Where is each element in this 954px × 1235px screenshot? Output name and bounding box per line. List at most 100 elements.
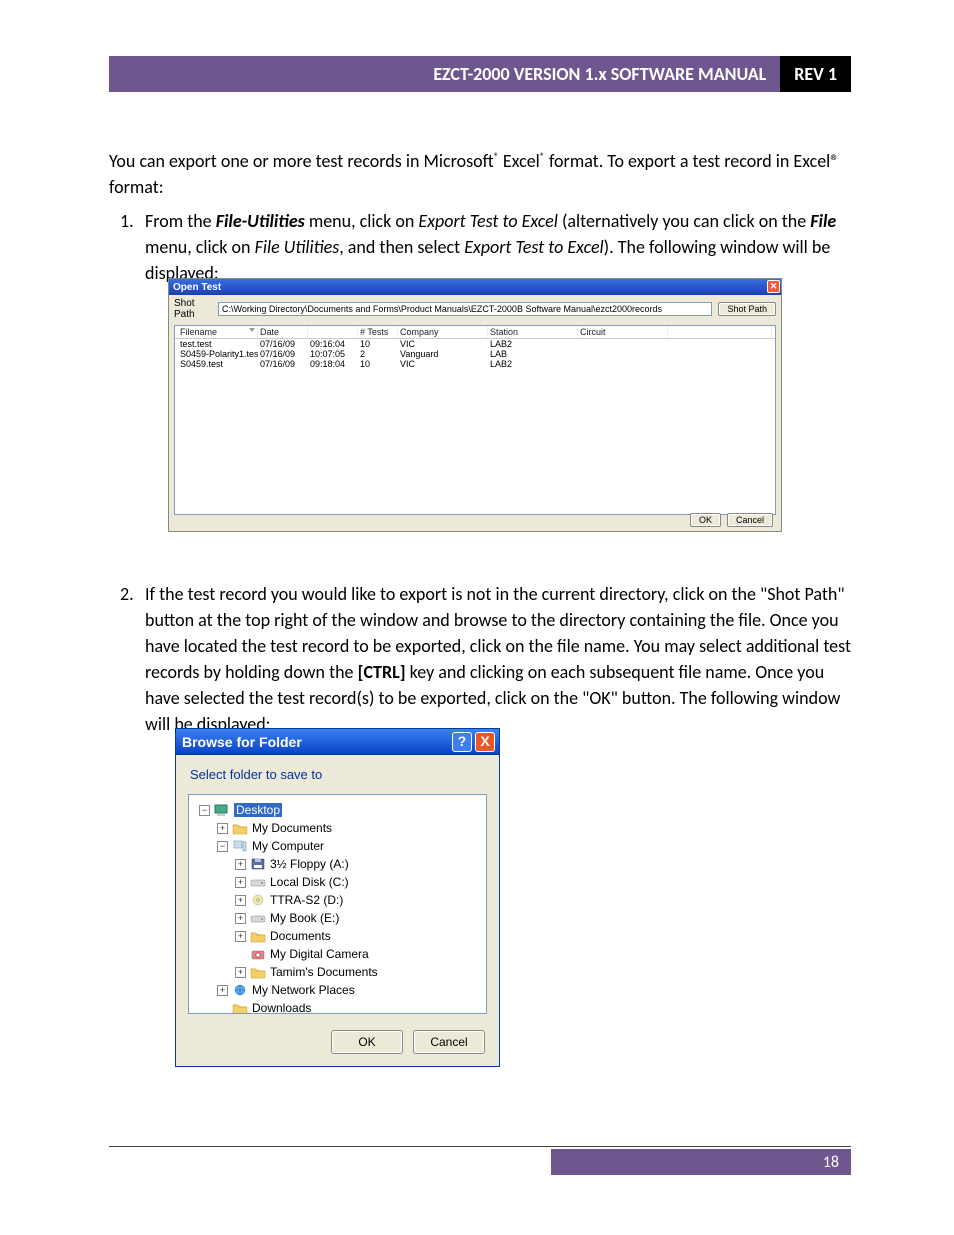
- expand-icon[interactable]: +: [217, 985, 228, 996]
- tree-node[interactable]: + My Documents: [193, 819, 482, 837]
- col-company[interactable]: Company: [398, 326, 488, 338]
- open-test-titlebar[interactable]: Open Test ✕: [169, 279, 781, 295]
- table-row[interactable]: S0459-Polarity1.test07/16/0910:07:052Van…: [175, 349, 775, 359]
- cell: LAB: [488, 349, 578, 359]
- col-filename[interactable]: Filename: [178, 326, 258, 338]
- close-icon[interactable]: ✕: [767, 280, 780, 293]
- cell: [668, 349, 772, 359]
- col-station[interactable]: Station: [488, 326, 578, 338]
- cell: 10: [358, 359, 398, 369]
- close-icon[interactable]: X: [475, 732, 495, 752]
- col-date[interactable]: Date: [258, 326, 308, 338]
- step-1-number: 1.: [120, 208, 134, 234]
- drive-icon: [250, 875, 266, 889]
- col-circuit[interactable]: Circuit: [578, 326, 668, 338]
- cell: LAB2: [488, 339, 578, 349]
- cell: 10:07:05: [308, 349, 358, 359]
- folder-tree[interactable]: − Desktop + My Documents − My Computer +3½ Flo…: [188, 794, 487, 1014]
- drive-icon: [250, 911, 266, 925]
- footer-divider: [109, 1146, 851, 1147]
- expand-icon[interactable]: +: [217, 823, 228, 834]
- tree-node[interactable]: + Tamim's Documents: [193, 963, 482, 981]
- tree-node[interactable]: + Local Disk (C:): [193, 873, 482, 891]
- browse-titlebar[interactable]: Browse for Folder ? X: [176, 729, 499, 755]
- intro-paragraph: You can export one or more test records …: [109, 148, 851, 200]
- step-1: 1. From the File-Utilities menu, click o…: [145, 208, 851, 286]
- tree-label: My Book (E:): [270, 911, 339, 925]
- tree-label: Local Disk (C:): [270, 875, 349, 889]
- folder-icon: [250, 965, 266, 979]
- tree-node[interactable]: + My Book (E:): [193, 909, 482, 927]
- collapse-icon[interactable]: −: [199, 805, 210, 816]
- doc-rev: REV 1: [780, 56, 851, 92]
- expand-icon[interactable]: +: [235, 859, 246, 870]
- cell: Vanguard: [398, 349, 488, 359]
- expand-icon[interactable]: +: [235, 931, 246, 942]
- table-row[interactable]: S0459.test07/16/0909:18:0410VICLAB2: [175, 359, 775, 369]
- tree-node[interactable]: + TTRA-S2 (D:): [193, 891, 482, 909]
- col-time[interactable]: [308, 326, 358, 338]
- tree-label: My Network Places: [252, 983, 355, 997]
- tree-label: My Documents: [252, 821, 332, 835]
- browse-folder-dialog: Browse for Folder ? X Select folder to s…: [175, 728, 500, 1067]
- tree-label: My Digital Camera: [270, 947, 369, 961]
- cancel-button[interactable]: Cancel: [413, 1030, 485, 1054]
- folder-icon: [232, 1001, 248, 1014]
- tree-label: Desktop: [234, 803, 282, 817]
- tree-label: Downloads: [252, 1001, 311, 1014]
- cell: [668, 359, 772, 369]
- cd-icon: [250, 893, 266, 907]
- cell: LAB2: [488, 359, 578, 369]
- folder-icon: [250, 929, 266, 943]
- cell: test.test: [178, 339, 258, 349]
- cell: 10: [358, 339, 398, 349]
- tree-label: 3½ Floppy (A:): [270, 857, 349, 871]
- doc-title: EZCT-2000 VERSION 1.x SOFTWARE MANUAL: [109, 56, 780, 92]
- ok-button[interactable]: OK: [331, 1030, 403, 1054]
- page-number: 18: [823, 1153, 839, 1172]
- browse-prompt: Select folder to save to: [176, 755, 499, 788]
- page-footer: 18: [551, 1149, 851, 1175]
- shot-path-label: Shot Path: [174, 298, 212, 320]
- col-blank: [668, 326, 772, 338]
- col-tests[interactable]: # Tests: [358, 326, 398, 338]
- expand-icon[interactable]: +: [235, 877, 246, 888]
- tree-node[interactable]: + Documents: [193, 927, 482, 945]
- floppy-icon: [250, 857, 266, 871]
- tree-label: My Computer: [252, 839, 324, 853]
- tree-node[interactable]: +3½ Floppy (A:): [193, 855, 482, 873]
- cell: VIC: [398, 359, 488, 369]
- cell: 09:18:04: [308, 359, 358, 369]
- tree-node[interactable]: Downloads: [193, 999, 482, 1014]
- ok-button[interactable]: OK: [690, 513, 721, 527]
- open-test-title: Open Test: [173, 282, 221, 293]
- tree-label: Documents: [270, 929, 331, 943]
- browse-title: Browse for Folder: [182, 734, 302, 750]
- cancel-button[interactable]: Cancel: [727, 513, 773, 527]
- grid-header[interactable]: Filename Date # Tests Company Station Ci…: [175, 326, 775, 339]
- tree-node[interactable]: − My Computer: [193, 837, 482, 855]
- tree-node[interactable]: − Desktop: [193, 801, 482, 819]
- tree-label: Tamim's Documents: [270, 965, 378, 979]
- cell: [668, 339, 772, 349]
- doc-header: EZCT-2000 VERSION 1.x SOFTWARE MANUAL RE…: [109, 56, 851, 92]
- table-row[interactable]: test.test07/16/0909:16:0410VICLAB2: [175, 339, 775, 349]
- expand-icon[interactable]: +: [235, 895, 246, 906]
- shot-path-button[interactable]: Shot Path: [718, 302, 776, 316]
- pc-icon: [232, 839, 248, 853]
- records-grid[interactable]: Filename Date # Tests Company Station Ci…: [174, 325, 776, 515]
- help-icon[interactable]: ?: [452, 732, 472, 752]
- tree-node[interactable]: My Digital Camera: [193, 945, 482, 963]
- cam-icon: [250, 947, 266, 961]
- tree-label: TTRA-S2 (D:): [270, 893, 343, 907]
- shot-path-field[interactable]: C:\Working Directory\Documents and Forms…: [218, 302, 712, 316]
- tree-node[interactable]: + My Network Places: [193, 981, 482, 999]
- expand-icon[interactable]: +: [235, 967, 246, 978]
- open-test-dialog: Open Test ✕ Shot Path C:\Working Directo…: [168, 278, 782, 532]
- cell: 09:16:04: [308, 339, 358, 349]
- expand-icon[interactable]: +: [235, 913, 246, 924]
- collapse-icon[interactable]: −: [217, 841, 228, 852]
- cell: 07/16/09: [258, 339, 308, 349]
- step-2-number: 2.: [120, 581, 134, 607]
- cell: S0459.test: [178, 359, 258, 369]
